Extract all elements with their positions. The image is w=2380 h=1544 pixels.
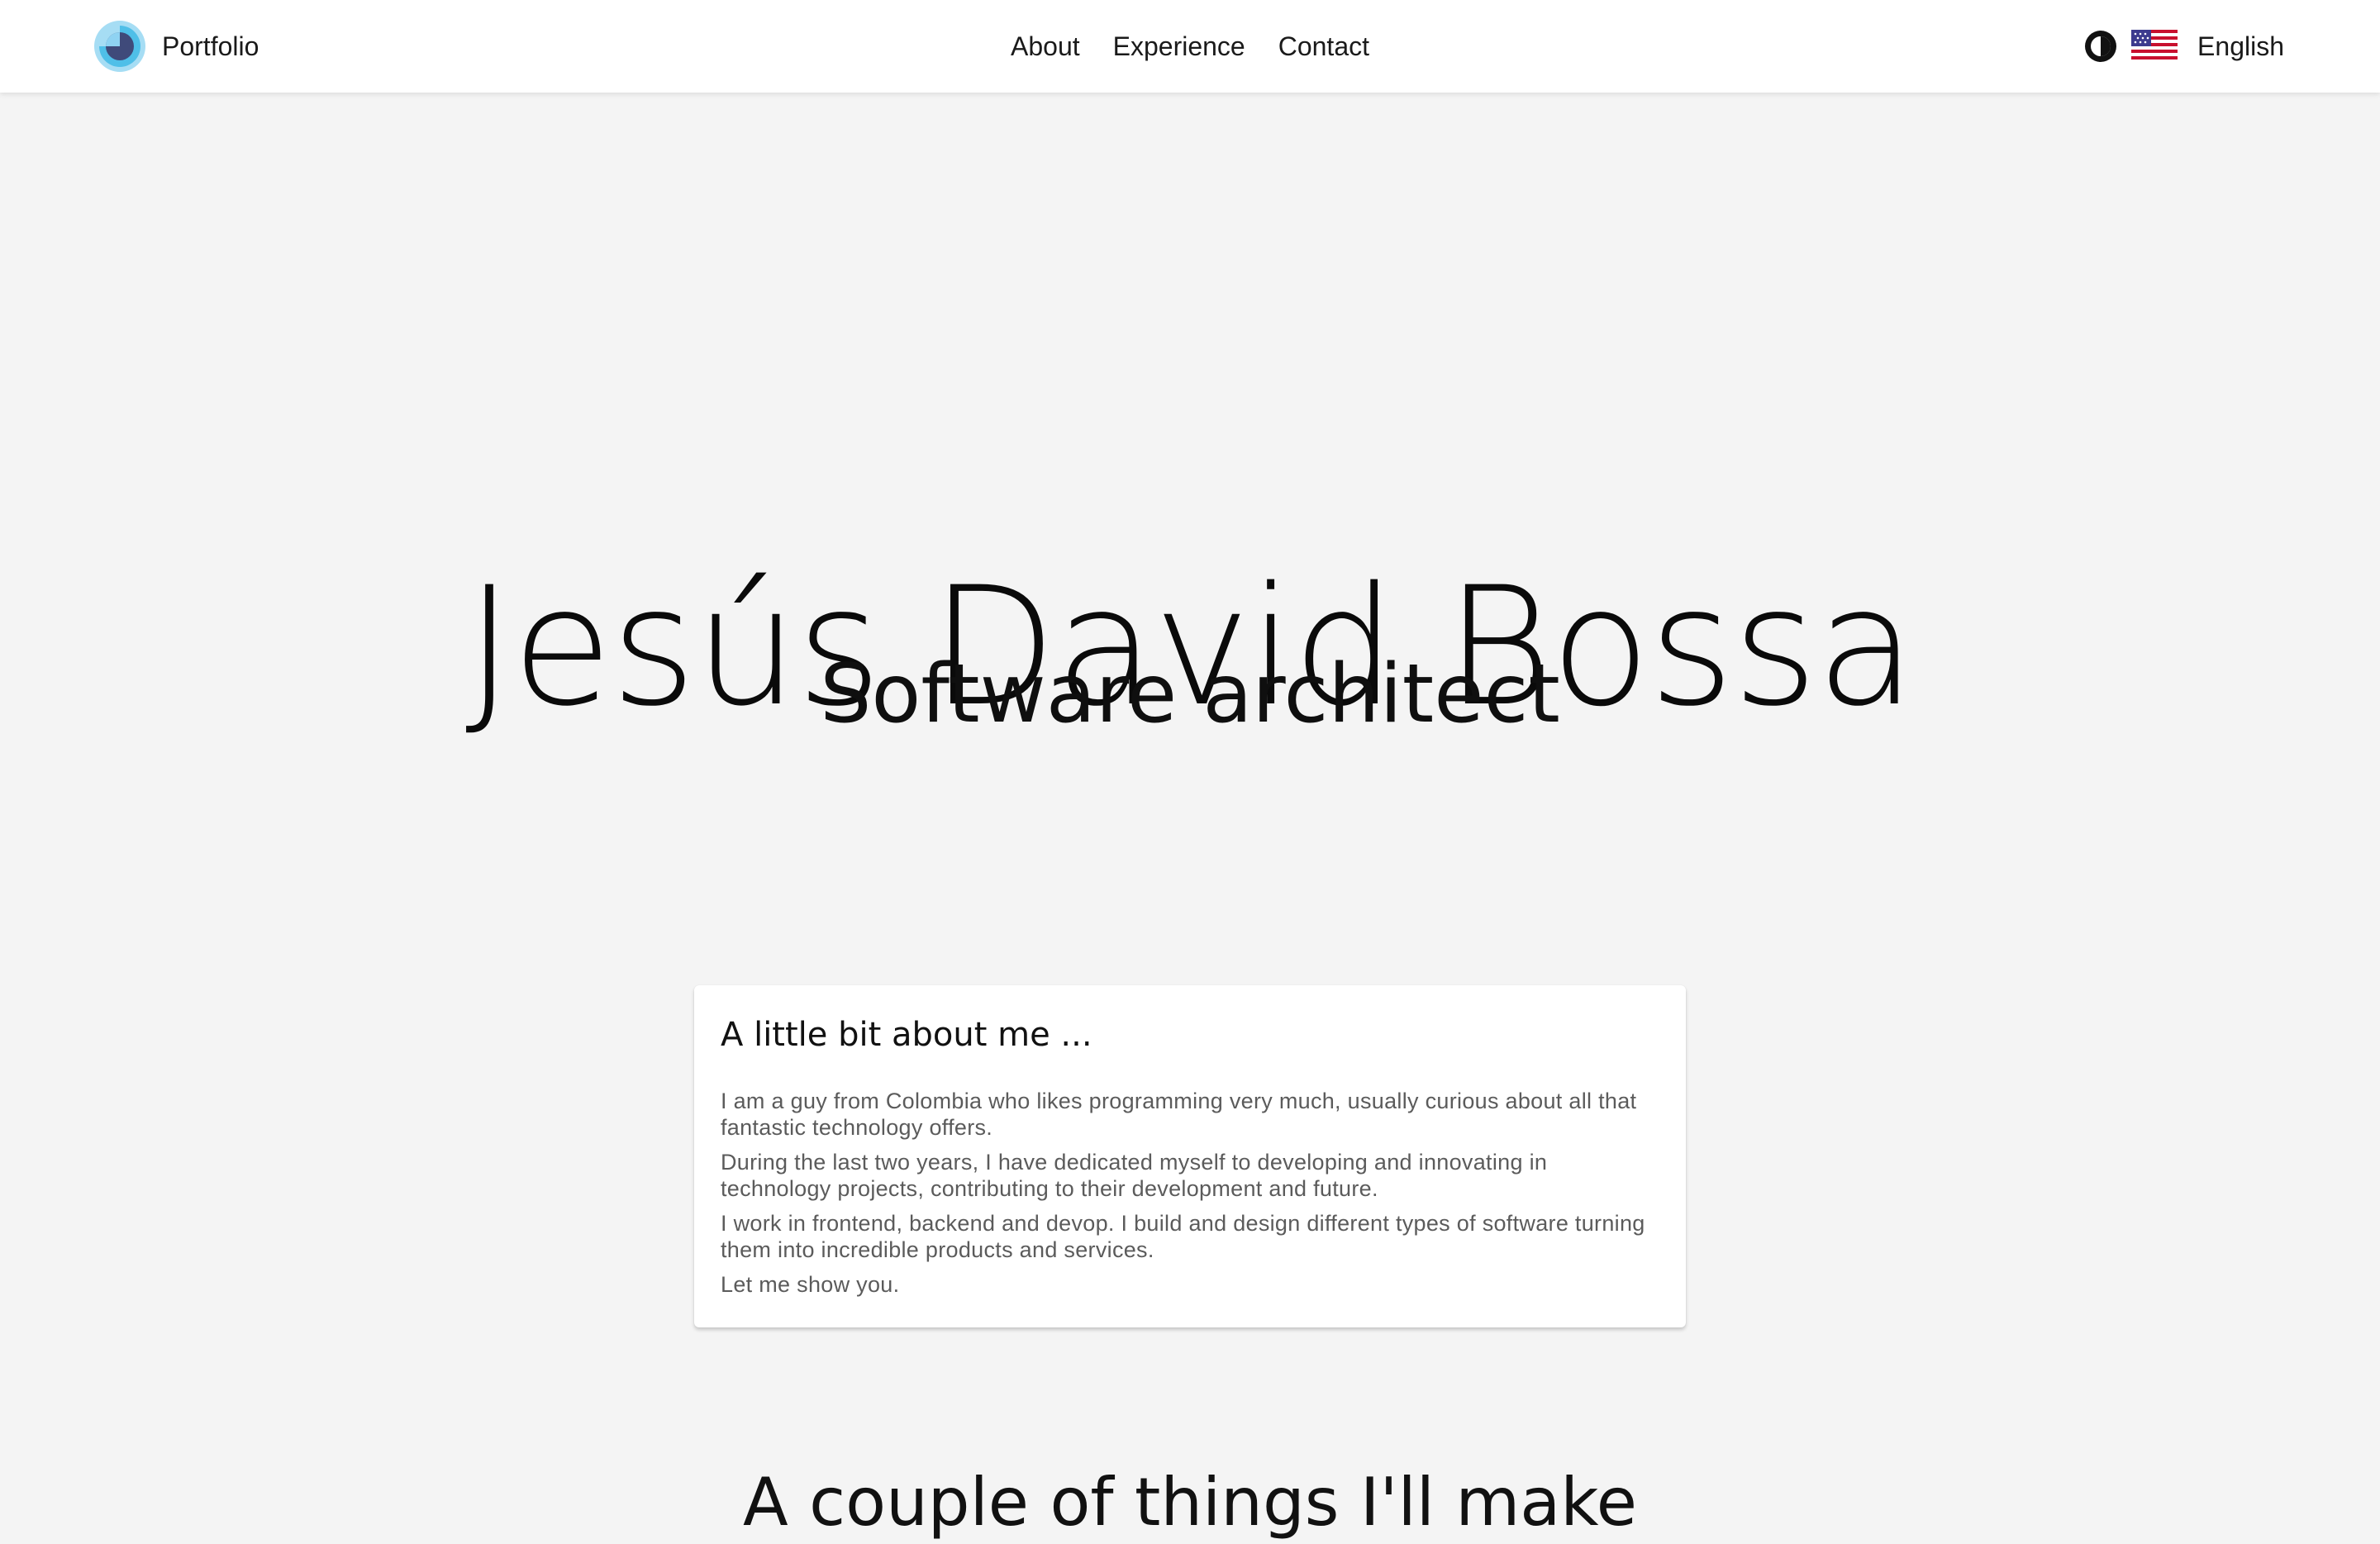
about-paragraph: I work in frontend, backend and devop. I… [721, 1211, 1645, 1262]
theme-toggle-icon[interactable] [2083, 29, 2118, 64]
about-card: A little bit about me ... I am a guy fro… [694, 985, 1686, 1327]
main-nav: About Experience Contact [0, 0, 2380, 93]
top-navigation-bar: Portfolio About Experience Contact Engli… [0, 0, 2380, 93]
nav-link-about[interactable]: About [1011, 31, 1080, 62]
language-selector[interactable]: English [2197, 31, 2284, 62]
about-paragraph: I am a guy from Colombia who likes progr… [721, 1089, 1637, 1140]
about-paragraph: During the last two years, I have dedica… [721, 1150, 1548, 1201]
section-heading: A couple of things I'll make [743, 1464, 1637, 1541]
brand-name: Portfolio [162, 31, 259, 61]
brand[interactable]: Portfolio [94, 21, 259, 72]
header-actions: English [2083, 22, 2284, 70]
portfolio-logo-icon [94, 21, 145, 72]
about-heading: A little bit about me ... [721, 1016, 1092, 1054]
hero-title: Software architect [820, 647, 1560, 741]
nav-link-experience[interactable]: Experience [1113, 31, 1245, 62]
us-flag-icon[interactable] [2131, 30, 2178, 63]
about-paragraph: Let me show you. [721, 1272, 900, 1297]
nav-link-contact[interactable]: Contact [1278, 31, 1369, 62]
